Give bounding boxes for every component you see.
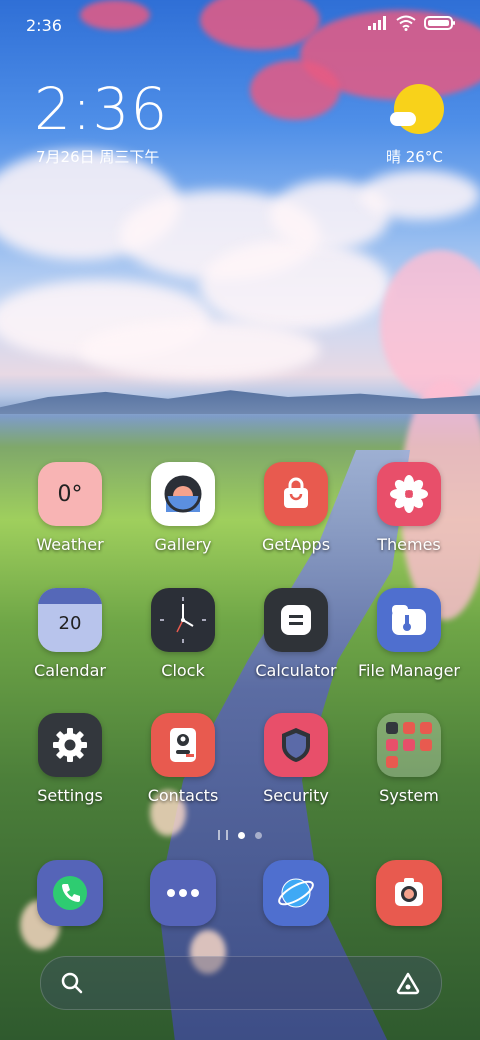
clock-widget-date: 7月26日 周三下午 [36,148,160,166]
app-label: Weather [36,535,104,554]
app-label: Settings [37,786,103,805]
folder-icon [377,588,441,652]
app-label: Themes [377,535,441,554]
contact-book-icon [151,713,215,777]
app-security[interactable]: Security [240,713,352,805]
page-indicator [0,830,480,840]
wifi-icon [396,15,416,31]
folder-preview-icon [377,713,441,777]
battery-icon [424,16,455,30]
gallery-app-icon [151,462,215,526]
app-label: Calendar [34,661,106,680]
app-label: System [379,786,439,805]
app-calendar[interactable]: 20 Calendar [14,588,126,680]
phone-icon [37,860,103,926]
weather-app-icon: 0° [38,462,102,526]
calculator-icon [264,588,328,652]
dock-browser[interactable] [240,860,352,926]
app-label: Calculator [255,661,337,680]
status-time: 2:36 [26,16,62,35]
chat-icon [150,860,216,926]
flower-icon [377,462,441,526]
status-bar: 2:36 [0,0,480,48]
page-indicator-home[interactable] [218,830,228,840]
calendar-app-day: 20 [58,612,82,634]
weather-app-temp: 0° [57,481,83,507]
page-dot-active[interactable] [238,831,245,839]
app-label: Gallery [154,535,212,554]
app-clock[interactable]: Clock [127,588,239,680]
app-contacts[interactable]: Contacts [127,713,239,805]
app-label: Clock [161,661,205,680]
app-getapps[interactable]: GetApps [240,462,352,554]
app-label: Contacts [147,786,219,805]
folder-system[interactable]: System [353,713,465,805]
status-icons [368,15,456,31]
app-label: GetApps [261,535,331,554]
search-icon[interactable] [61,972,83,994]
camera-icon [376,860,442,926]
app-calculator[interactable]: Calculator [240,588,352,680]
app-weather[interactable]: 0° Weather [14,462,126,554]
dock-camera[interactable] [353,860,465,926]
search-bar[interactable] [40,956,442,1010]
app-label: File Manager [358,661,460,680]
app-gallery[interactable]: Gallery [127,462,239,554]
browser-icon [263,860,329,926]
gear-icon [38,713,102,777]
app-themes[interactable]: Themes [353,462,465,554]
weather-widget-text: 晴 26°C [386,148,443,166]
clock-widget-time[interactable]: 2:36 [34,78,168,140]
app-settings[interactable]: Settings [14,713,126,805]
dock-messaging[interactable] [127,860,239,926]
shield-icon [264,713,328,777]
calendar-app-icon: 20 [38,588,102,652]
weather-widget[interactable] [388,84,444,140]
shopping-bag-icon [264,462,328,526]
dock-phone[interactable] [14,860,126,926]
assistant-icon[interactable] [395,971,421,995]
app-file-manager[interactable]: File Manager [353,588,465,680]
signal-icon [368,16,386,30]
analog-clock-icon [151,588,215,652]
app-label: Security [263,786,329,805]
page-dot[interactable] [255,831,262,839]
